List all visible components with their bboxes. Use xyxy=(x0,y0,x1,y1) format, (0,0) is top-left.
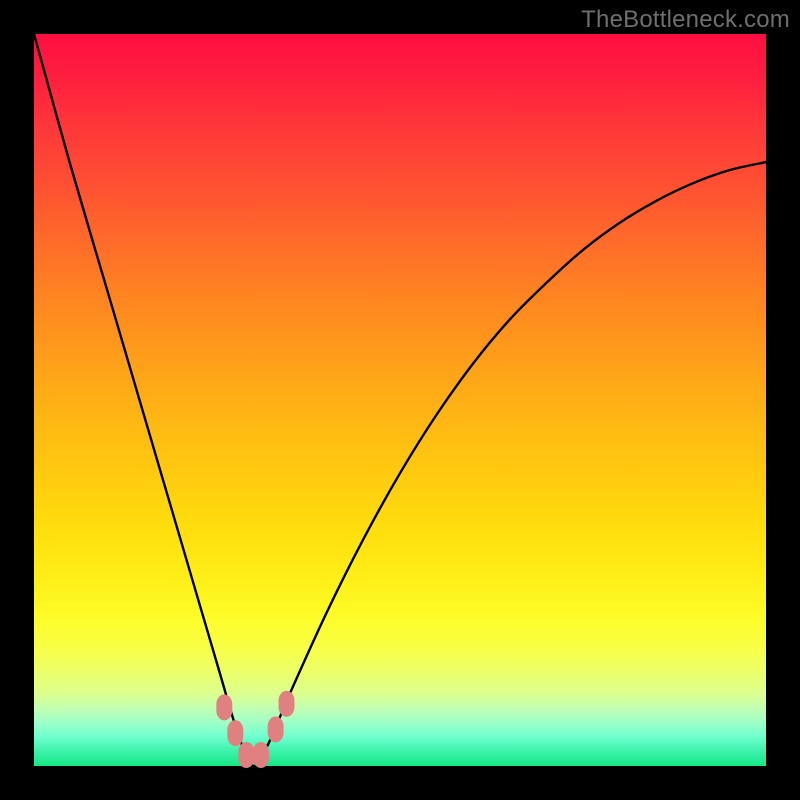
watermark-text: TheBottleneck.com xyxy=(581,6,790,34)
chart-svg xyxy=(34,34,766,766)
curve-marker xyxy=(279,691,295,717)
plot-area xyxy=(34,34,766,766)
bottleneck-curve xyxy=(34,34,766,766)
chart-frame: TheBottleneck.com xyxy=(0,0,800,800)
curve-marker xyxy=(216,694,232,720)
curve-marker xyxy=(238,742,254,768)
curve-marker xyxy=(253,742,269,768)
curve-markers xyxy=(216,691,294,768)
curve-marker xyxy=(268,716,284,742)
curve-marker xyxy=(227,720,243,746)
